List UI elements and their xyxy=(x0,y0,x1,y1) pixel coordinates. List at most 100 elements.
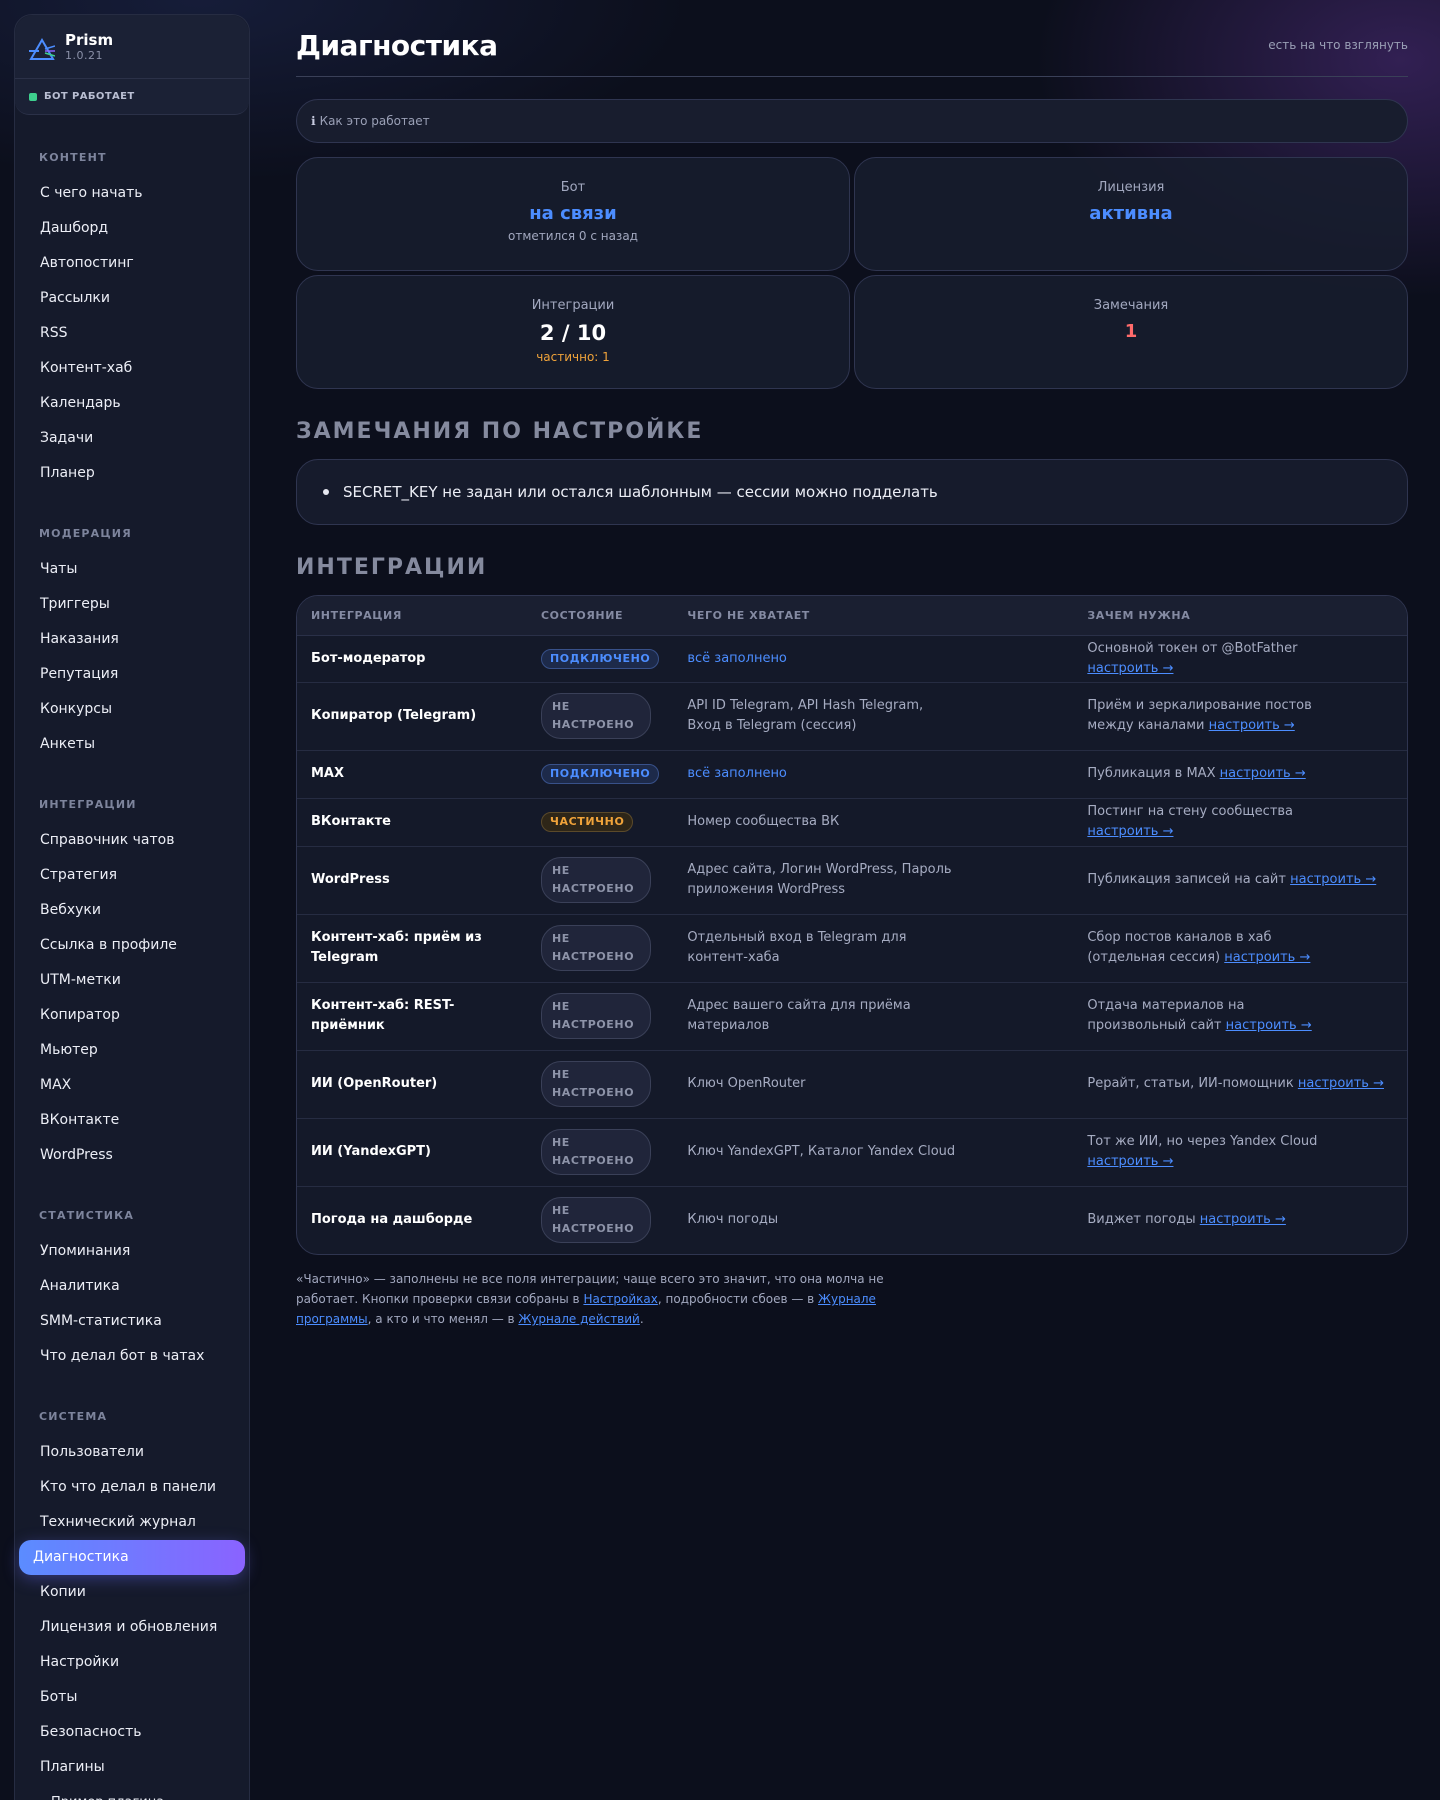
sidebar-item[interactable]: Вебхуки xyxy=(19,893,245,928)
sidebar-item[interactable]: Технический журнал xyxy=(19,1505,245,1540)
status-cell: НЕ НАСТРОЕНО xyxy=(527,914,674,983)
sidebar-item[interactable]: Пользователи xyxy=(19,1435,245,1470)
sidebar-item[interactable]: Стратегия xyxy=(19,858,245,893)
sidebar: Prism 1.0.21 БОТ РАБОТАЕТ КОНТЕНТ С чего … xyxy=(14,14,250,1800)
settings-link[interactable]: Настройках xyxy=(583,1292,657,1306)
sidebar-item[interactable]: Триггеры xyxy=(19,587,245,622)
configure-link[interactable]: настроить → xyxy=(1224,950,1310,965)
configure-link[interactable]: настроить → xyxy=(1290,872,1376,887)
status-badge: ПОДКЛЮЧЕНО xyxy=(541,764,660,784)
stat-value: на связи xyxy=(529,203,617,224)
purpose-cell: Тот же ИИ, но через Yandex Cloud настрои… xyxy=(1073,1118,1407,1187)
stat-label: Интеграции xyxy=(531,298,615,313)
stat-sub: отметился 0 с назад xyxy=(508,229,638,243)
configure-link[interactable]: настроить → xyxy=(1087,661,1173,676)
how-it-works-toggle[interactable]: ℹ Как это работает xyxy=(296,99,1408,143)
status-badge: ЧАСТИЧНО xyxy=(541,812,634,832)
sidebar-item[interactable]: UTM-метки xyxy=(19,963,245,998)
sidebar-item[interactable]: Плагины xyxy=(19,1750,245,1785)
actions-log-link[interactable]: Журнале действий xyxy=(518,1312,639,1326)
status-badge: НЕ НАСТРОЕНО xyxy=(541,1197,651,1244)
sidebar-item[interactable]: Упоминания xyxy=(19,1234,245,1269)
sidebar-item[interactable]: ВКонтакте xyxy=(19,1103,245,1138)
sidebar-item[interactable]: Копиратор xyxy=(19,998,245,1033)
missing-text: всё заполнено xyxy=(687,650,787,666)
purpose-text: Основной токен от @BotFather xyxy=(1087,640,1298,656)
purpose-cell: Отдача материалов на произвольный сайт н… xyxy=(1073,982,1407,1051)
how-it-works-label: Как это работает xyxy=(319,114,430,128)
stat-card-license: Лицензия активна xyxy=(854,157,1408,271)
footnote-text: . xyxy=(639,1312,644,1326)
configure-link[interactable]: настроить → xyxy=(1220,766,1306,781)
status-badge: НЕ НАСТРОЕНО xyxy=(541,925,651,971)
status-cell: НЕ НАСТРОЕНО xyxy=(527,682,674,751)
status-cell: НЕ НАСТРОЕНО xyxy=(527,846,674,915)
table-row: ИИ (OpenRouter) НЕ НАСТРОЕНО Ключ OpenRout… xyxy=(297,1050,1407,1119)
configure-link[interactable]: настроить → xyxy=(1298,1076,1384,1091)
sidebar-item[interactable]: Конкурсы xyxy=(19,692,245,727)
footnote: «Частично» — заполнены не все поля интег… xyxy=(296,1269,936,1329)
sidebar-item[interactable]: Контент-хаб xyxy=(19,351,245,386)
integrations-section-title: ИНТЕГРАЦИИ xyxy=(296,555,488,580)
configure-link[interactable]: настроить → xyxy=(1209,718,1295,733)
sidebar-item[interactable]: Копии xyxy=(19,1575,245,1610)
purpose-text: Постинг на стену сообщества xyxy=(1087,804,1294,819)
footnote-text: , а кто и что менял — в xyxy=(367,1312,519,1326)
integration-name: Бот-модератор xyxy=(297,635,527,683)
sidebar-item[interactable]: Справочник чатов xyxy=(19,823,245,858)
status-badge: НЕ НАСТРОЕНО xyxy=(541,857,651,903)
configure-link[interactable]: настроить → xyxy=(1226,1018,1312,1033)
integration-name: Копиратор (Telegram) xyxy=(297,682,527,751)
missing-fields: Ключ YandexGPT, Каталог Yandex Cloud xyxy=(673,1118,1074,1187)
configure-link[interactable]: настроить → xyxy=(1087,1154,1173,1169)
sidebar-item[interactable]: Мьютер xyxy=(19,1033,245,1068)
sidebar-item[interactable]: Задачи xyxy=(19,421,245,456)
bot-status: БОТ РАБОТАЕТ xyxy=(15,79,249,115)
sidebar-item[interactable]: С чего начать xyxy=(19,176,245,211)
sidebar-item[interactable]: Репутация xyxy=(19,657,245,692)
table-row: ИИ (YandexGPT) НЕ НАСТРОЕНО Ключ YandexGPT… xyxy=(297,1118,1407,1187)
brand[interactable]: Prism 1.0.21 xyxy=(15,15,249,79)
sidebar-item[interactable]: Кто что делал в панели xyxy=(19,1470,245,1505)
sidebar-item[interactable]: Дашборд xyxy=(19,211,245,246)
missing-fields: Отдельный вход в Telegram для контент-ха… xyxy=(673,914,1074,983)
missing-text: Ключ YandexGPT, Каталог Yandex Cloud xyxy=(687,1144,956,1159)
table-row: Бот-модератор ПОДКЛЮЧЕНО всё заполнено Осно… xyxy=(297,635,1407,683)
configure-link[interactable]: настроить → xyxy=(1087,824,1173,839)
sidebar-item[interactable]: Календарь xyxy=(19,386,245,421)
sidebar-item[interactable]: Ссылка в профиле xyxy=(19,928,245,963)
column-header: СОСТОЯНИЕ xyxy=(527,596,674,636)
sidebar-item[interactable]: Лицензия и обновления xyxy=(19,1610,245,1645)
sidebar-item[interactable]: Анкеты xyxy=(19,727,245,762)
sidebar-item[interactable]: Безопасность xyxy=(19,1715,245,1750)
sidebar-item[interactable]: WordPress xyxy=(19,1138,245,1173)
sidebar-item[interactable]: Диагностика xyxy=(19,1540,245,1575)
missing-text: API ID Telegram, API Hash Telegram, Вход… xyxy=(687,698,924,733)
status-badge: НЕ НАСТРОЕНО xyxy=(541,1061,651,1107)
sidebar-item[interactable]: Настройки xyxy=(19,1645,245,1680)
sidebar-item[interactable]: Наказания xyxy=(19,622,245,657)
table-row: ВКонтакте ЧАСТИЧНО Номер сообщества ВК Пост… xyxy=(297,798,1407,847)
sidebar-item[interactable]: Рассылки xyxy=(19,281,245,316)
column-header: ЗАЧЕМ НУЖНА xyxy=(1073,596,1407,636)
purpose-text: Отдача материалов на произвольный сайт xyxy=(1087,998,1245,1033)
stat-card-issues: Замечания 1 xyxy=(854,275,1408,389)
configure-link[interactable]: настроить → xyxy=(1200,1212,1286,1227)
sidebar-item[interactable]: Аналитика xyxy=(19,1269,245,1304)
table-row: Копиратор (Telegram) НЕ НАСТРОЕНО API ID T… xyxy=(297,682,1407,751)
sidebar-item[interactable]: SMM-статистика xyxy=(19,1304,245,1339)
missing-text: всё заполнено xyxy=(687,766,787,781)
status-badge: НЕ НАСТРОЕНО xyxy=(541,993,651,1039)
main-content: Диагностика есть на что взглянуть ℹ Как … xyxy=(296,0,1408,1329)
sidebar-item[interactable]: Планер xyxy=(19,456,245,491)
sidebar-item[interactable]: Боты xyxy=(19,1680,245,1715)
sidebar-item[interactable]: Что делал бот в чатах xyxy=(19,1339,245,1374)
purpose-text: Тот же ИИ, но через Yandex Cloud xyxy=(1087,1134,1318,1149)
missing-text: Ключ OpenRouter xyxy=(687,1076,806,1091)
sidebar-item[interactable]: Автопостинг xyxy=(19,246,245,281)
sidebar-item[interactable]: MAX xyxy=(19,1068,245,1103)
integration-name: Контент-хаб: REST-приёмник xyxy=(297,982,527,1051)
sidebar-item[interactable]: Пример плагина xyxy=(19,1785,245,1800)
sidebar-item[interactable]: Чаты xyxy=(19,552,245,587)
sidebar-item[interactable]: RSS xyxy=(19,316,245,351)
